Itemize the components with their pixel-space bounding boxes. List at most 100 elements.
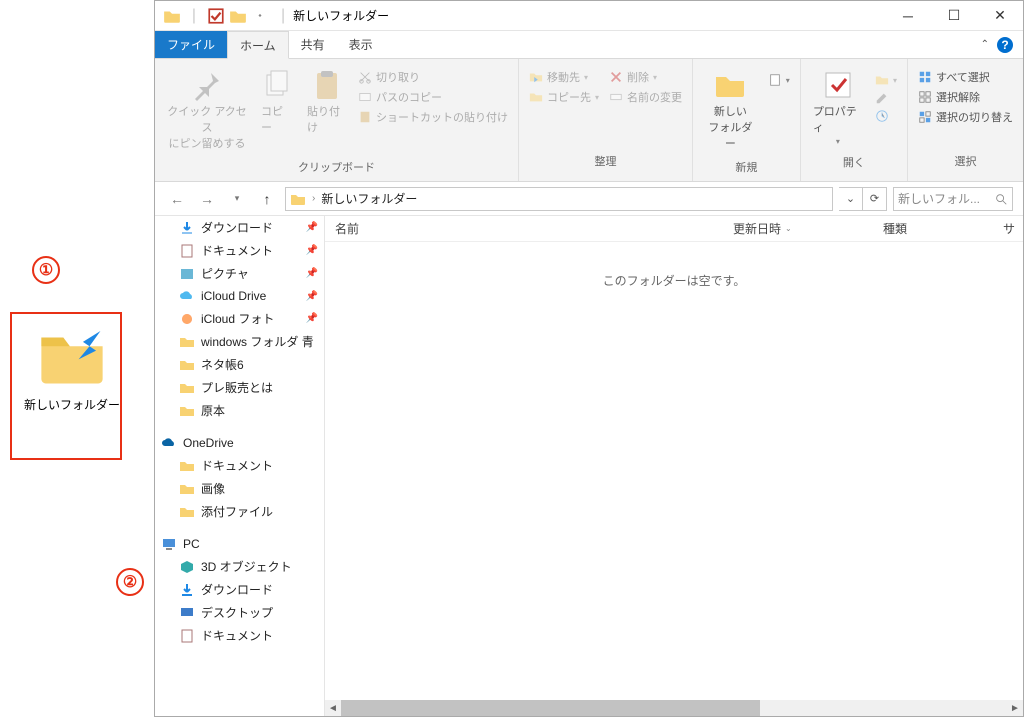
tree-neta6[interactable]: ネタ帳6 [155,353,324,376]
history-button[interactable] [875,109,897,123]
properties-label: プロパティ [813,103,863,135]
ribbon: クイック アクセス にピン留めする コピー 貼り付け 切り取り パスのコピー シ… [155,59,1023,182]
tree-icloud-drive[interactable]: iCloud Drive📌 [155,285,324,307]
nav-back[interactable]: ← [165,187,189,211]
content-pane: 名前 更新日時⌄ 種類 サ このフォルダーは空です。 ◄► [325,216,1023,716]
pin-icon: 📌 [306,291,318,302]
titlebar: | ⬩ | 新しいフォルダー ─ ☐ ✕ [155,1,1023,31]
tree-pc[interactable]: PC [155,533,324,555]
close-button[interactable]: ✕ [977,1,1023,31]
new-item-button[interactable]: ▾ [768,73,790,87]
delete-button[interactable]: 削除▾ [609,69,682,85]
nav-forward: → [195,187,219,211]
col-name[interactable]: 名前 [325,220,723,237]
copy-to-button[interactable]: コピー先▾ [529,89,599,105]
tab-share[interactable]: 共有 [289,31,337,58]
properties-button[interactable]: プロパティ ▾ [811,65,865,150]
help-button[interactable]: ? [997,37,1013,53]
refresh-button[interactable]: ⟳ [863,187,887,211]
tree-windows-folder[interactable]: windows フォルダ 青 [155,330,324,353]
paste-label: 貼り付け [307,103,346,135]
cut-button[interactable]: 切り取り [358,69,508,85]
desktop-folder-shortcut[interactable]: 新しいフォルダー [24,320,120,413]
col-size[interactable]: サ [993,220,1023,237]
tree-pc-documents[interactable]: ドキュメント [155,624,324,647]
folder-shortcut-icon [37,320,107,390]
search-icon [994,192,1008,206]
address-folder-icon [290,191,306,207]
nav-recent-chevron[interactable]: ▾ [225,187,249,211]
nav-up[interactable]: ↑ [255,187,279,211]
edit-button[interactable] [875,91,897,105]
qat-overflow[interactable]: ⬩ [251,7,269,25]
col-type[interactable]: 種類 [873,220,993,237]
nav-row: ← → ▾ ↑ › 新しいフォルダー ⌄ ⟳ 新しいフォル... [155,182,1023,216]
window-title: 新しいフォルダー [289,7,389,24]
pin-icon: 📌 [306,313,318,324]
navigation-pane[interactable]: ダウンロード📌 ドキュメント📌 ピクチャ📌 iCloud Drive📌 iClo… [155,216,325,716]
col-date[interactable]: 更新日時⌄ [723,220,873,237]
tree-onedrive[interactable]: OneDrive [155,432,324,454]
tree-icloud-photo[interactable]: iCloud フォト📌 [155,307,324,330]
copy-button[interactable]: コピー [259,65,295,139]
tree-od-attach[interactable]: 添付ファイル [155,500,324,523]
select-none-button[interactable]: 選択解除 [918,89,1013,105]
clipboard-group-label: クリップボード [165,155,508,181]
tab-home[interactable]: ホーム [227,31,289,59]
rename-button[interactable]: 名前の変更 [609,89,682,105]
pin-label: クイック アクセス にピン留めする [167,103,247,151]
ribbon-tabs: ファイル ホーム 共有 表示 ⌃ ? [155,31,1023,59]
tree-pictures[interactable]: ピクチャ📌 [155,262,324,285]
pin-icon: 📌 [306,268,318,279]
copy-label: コピー [261,103,293,135]
explorer-window: | ⬩ | 新しいフォルダー ─ ☐ ✕ ファイル ホーム 共有 表示 ⌃ ? … [154,0,1024,717]
column-headers: 名前 更新日時⌄ 種類 サ [325,216,1023,242]
annotation-1: ① [32,256,60,284]
crumb-sep-0[interactable]: › [312,193,315,204]
open-button[interactable]: ▾ [875,73,897,87]
address-dropdown[interactable]: ⌄ [839,187,863,211]
tab-file[interactable]: ファイル [155,31,227,58]
select-all-button[interactable]: すべて選択 [918,69,1013,85]
new-group-label: 新規 [703,155,790,181]
qat-folder-icon-2[interactable] [229,7,247,25]
search-placeholder: 新しいフォル... [898,190,990,207]
paste-shortcut-button[interactable]: ショートカットの貼り付け [358,109,508,125]
crumb-current[interactable]: 新しいフォルダー [321,190,417,207]
ribbon-collapse-chevron[interactable]: ⌃ [981,39,989,50]
annotation-2: ② [116,568,144,596]
move-to-button[interactable]: 移動先▾ [529,69,599,85]
tree-pc-downloads[interactable]: ダウンロード [155,578,324,601]
empty-folder-message: このフォルダーは空です。 [325,242,1023,700]
tree-documents[interactable]: ドキュメント📌 [155,239,324,262]
invert-selection-button[interactable]: 選択の切り替え [918,109,1013,125]
tree-presale[interactable]: プレ販売とは [155,376,324,399]
qat-separator: | [185,7,203,25]
tree-pc-3d[interactable]: 3D オブジェクト [155,555,324,578]
sort-chevron-icon: ⌄ [785,224,792,233]
select-group-label: 選択 [918,149,1013,175]
qat-checkbox-icon[interactable] [207,7,225,25]
pin-to-quick-access[interactable]: クイック アクセス にピン留めする [165,65,249,155]
tree-od-docs[interactable]: ドキュメント [155,454,324,477]
qat-folder-icon[interactable] [163,7,181,25]
horizontal-scrollbar[interactable]: ◄► [325,700,1023,716]
maximize-button[interactable]: ☐ [931,1,977,31]
copy-path-button[interactable]: パスのコピー [358,89,508,105]
open-group-label: 開く [811,150,897,176]
address-bar[interactable]: › 新しいフォルダー [285,187,833,211]
tab-view[interactable]: 表示 [337,31,385,58]
titlebar-separator: | [277,7,289,25]
tree-genpon[interactable]: 原本 [155,399,324,422]
paste-button[interactable]: 貼り付け [305,65,348,139]
search-box[interactable]: 新しいフォル... [893,187,1013,211]
tree-downloads[interactable]: ダウンロード📌 [155,216,324,239]
pin-icon: 📌 [306,222,318,233]
new-folder-button[interactable]: 新しい フォルダー [703,65,758,155]
tree-pc-desktop[interactable]: デスクトップ [155,601,324,624]
minimize-button[interactable]: ─ [885,1,931,31]
organize-group-label: 整理 [529,149,682,175]
tree-od-images[interactable]: 画像 [155,477,324,500]
new-folder-label: 新しい フォルダー [705,103,756,151]
desktop-folder-label: 新しいフォルダー [24,396,120,413]
